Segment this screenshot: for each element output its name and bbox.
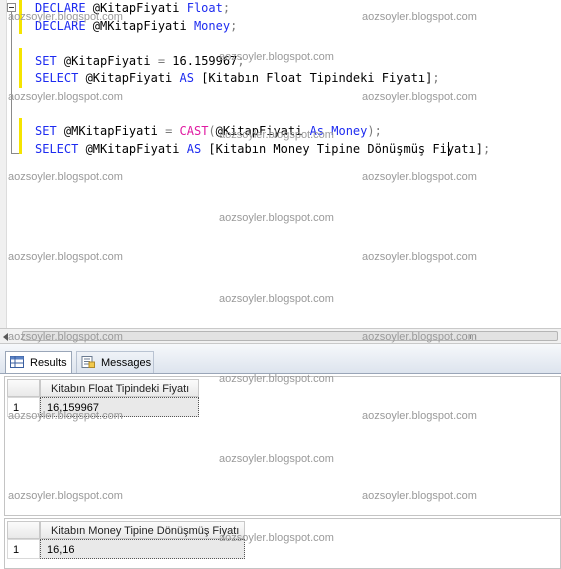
- keyword-as: AS: [179, 71, 194, 85]
- keyword: SELECT: [35, 71, 79, 85]
- watermark-text: aozsoyler.blogspot.com: [8, 11, 123, 23]
- watermark-text: aozsoyler.blogspot.com: [362, 11, 477, 23]
- watermark-text: aozsoyler.blogspot.com: [219, 532, 334, 544]
- variable: @MKitapFiyati: [78, 142, 187, 156]
- tab-messages[interactable]: Messages: [76, 351, 154, 373]
- semicolon: ;: [222, 1, 231, 15]
- variable: @MKitapFiyati: [56, 124, 166, 138]
- row-number[interactable]: 1: [7, 539, 40, 559]
- tab-results[interactable]: Results: [5, 351, 72, 373]
- close-paren: ): [367, 124, 375, 138]
- column-alias: [Kitabın Money Tipine Dönüşmüş Fiyatı]: [201, 142, 483, 156]
- change-indicator-bar: [19, 48, 22, 88]
- result-tab-bar: Results Messages: [0, 344, 561, 374]
- messages-icon: [81, 356, 95, 368]
- code-line-4: SELECT @KitapFiyati AS [Kitabın Float Ti…: [35, 71, 440, 86]
- grid-icon: [10, 356, 24, 368]
- tab-messages-label: Messages: [101, 357, 152, 369]
- watermark-text: aozsoyler.blogspot.com: [219, 212, 334, 224]
- watermark-text: aozsoyler.blogspot.com: [219, 453, 334, 465]
- data-type: Money: [193, 19, 231, 33]
- outline-guide-end: [11, 153, 19, 154]
- keyword: SELECT: [35, 142, 79, 156]
- column-alias: [Kitabın Float Tipindeki Fiyatı]: [193, 71, 433, 85]
- semicolon: ;: [374, 124, 382, 138]
- keyword-as: AS: [186, 142, 202, 156]
- keyword: SET: [35, 124, 57, 138]
- cast-function: CAST: [172, 124, 209, 138]
- tab-results-label: Results: [30, 357, 67, 369]
- watermark-text: aozsoyler.blogspot.com: [8, 91, 123, 103]
- watermark-text: aozsoyler.blogspot.com: [219, 51, 334, 63]
- watermark-text: aozsoyler.blogspot.com: [219, 293, 334, 305]
- semicolon: ;: [432, 71, 440, 85]
- watermark-text: aozsoyler.blogspot.com: [362, 331, 477, 343]
- watermark-text: aozsoyler.blogspot.com: [219, 373, 334, 385]
- grid-corner[interactable]: [7, 521, 40, 539]
- watermark-text: aozsoyler.blogspot.com: [8, 410, 123, 422]
- keyword: SET: [35, 54, 57, 68]
- watermark-text: aozsoyler.blogspot.com: [362, 490, 477, 502]
- equals-operator: =: [157, 54, 166, 68]
- code-line-3: SET @KitapFiyati = 16.159967;: [35, 54, 245, 69]
- semicolon: ;: [230, 19, 238, 33]
- column-header[interactable]: Kitabın Float Tipindeki Fiyatı: [40, 379, 199, 397]
- semicolon: ;: [482, 142, 491, 156]
- grid-cell[interactable]: 16,16: [40, 539, 245, 559]
- watermark-text: aozsoyler.blogspot.com: [8, 331, 123, 343]
- variable: @KitapFiyati: [78, 71, 180, 85]
- open-paren: (: [208, 124, 216, 138]
- watermark-text: aozsoyler.blogspot.com: [362, 171, 477, 183]
- change-indicator-bar: [19, 118, 22, 154]
- column-header[interactable]: Kitabın Money Tipine Dönüşmüş Fiyatı: [40, 521, 245, 539]
- query-editor[interactable]: DECLARE @KitapFiyati Float; DECLARE @MKi…: [0, 0, 561, 328]
- data-type: Float: [186, 1, 223, 15]
- watermark-text: aozsoyler.blogspot.com: [362, 251, 477, 263]
- watermark-text: aozsoyler.blogspot.com: [8, 251, 123, 263]
- watermark-text: aozsoyler.blogspot.com: [362, 410, 477, 422]
- watermark-text: aozsoyler.blogspot.com: [8, 490, 123, 502]
- grid-corner[interactable]: [7, 379, 40, 397]
- watermark-text: aozsoyler.blogspot.com: [219, 129, 334, 141]
- text-caret: [448, 142, 449, 156]
- code-line-6: SELECT @MKitapFiyati AS [Kitabın Money T…: [35, 142, 490, 157]
- watermark-text: aozsoyler.blogspot.com: [8, 171, 123, 183]
- editor-left-margin: [0, 0, 7, 328]
- watermark-text: aozsoyler.blogspot.com: [362, 91, 477, 103]
- outline-guide-line: [11, 12, 12, 154]
- variable: @KitapFiyati: [56, 54, 158, 68]
